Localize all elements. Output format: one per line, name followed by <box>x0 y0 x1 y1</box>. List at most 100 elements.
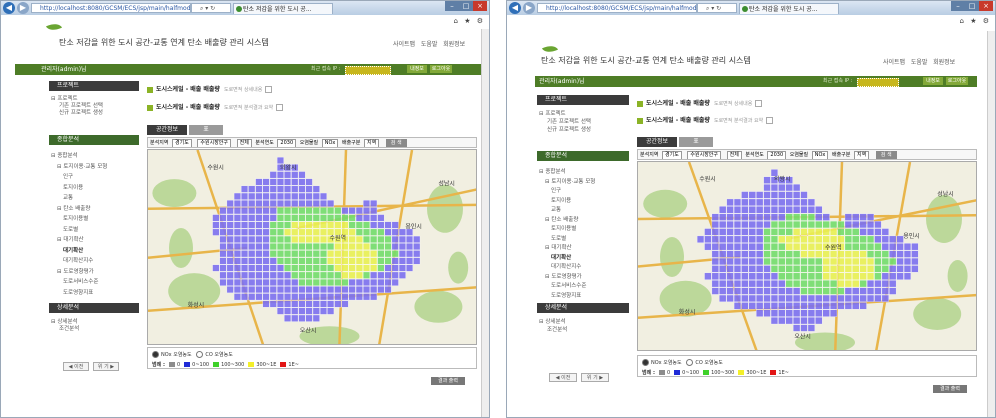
sidebar-tree-item[interactable]: 도로서비스수준 <box>63 277 98 285</box>
sidebar-tree-item[interactable]: 교통 <box>63 193 73 201</box>
maximize-button[interactable]: □ <box>459 1 473 11</box>
sidebar-tree-item[interactable]: 도로별 <box>63 225 78 233</box>
page-scrollbar[interactable] <box>987 31 995 417</box>
sidebar-item-condition[interactable]: 조건분석 <box>547 325 567 333</box>
radio-co[interactable] <box>196 351 204 358</box>
row2-checkbox[interactable] <box>766 117 774 124</box>
pager-prev-button[interactable]: ◀ 이전 <box>549 373 577 382</box>
top-links[interactable]: 사이트맵 도움말 회원정보 <box>393 39 465 48</box>
sidebar-item-project-root[interactable]: ⊟ 프로젝트 <box>539 109 566 117</box>
close-window-button[interactable]: × <box>979 1 993 11</box>
link-sitemap[interactable]: 사이트맵 <box>883 59 905 66</box>
sidebar-tree-item[interactable]: ⊟ 종합분석 <box>539 167 566 175</box>
search-button[interactable]: 검 색 <box>875 151 897 159</box>
emission-select[interactable]: 지역 <box>363 139 380 147</box>
address-search-icon[interactable]: ⌕ ▾ ↻ <box>697 3 737 13</box>
sidebar-item-existing-project[interactable]: 기존 프로젝트 선택 <box>547 117 591 125</box>
map-svg[interactable]: 수원시 의왕시용인시화성시오산시 성남시수원역 <box>638 162 977 351</box>
row1-checkbox[interactable] <box>265 86 273 93</box>
year-select[interactable]: 2030 <box>767 151 787 159</box>
link-member[interactable]: 회원정보 <box>933 59 955 66</box>
minimize-button[interactable]: – <box>445 1 459 11</box>
tab-table[interactable]: 표 <box>679 137 713 147</box>
address-search-icon[interactable]: ⌕ ▾ ↻ <box>191 3 231 13</box>
city-select[interactable]: 수원시장안구 <box>687 151 722 159</box>
link-help[interactable]: 도움말 <box>911 59 928 66</box>
back-arrow-icon[interactable]: ◀ <box>3 2 15 14</box>
forward-arrow-icon[interactable]: ▶ <box>523 2 535 14</box>
row-emission-summary[interactable]: 도시스케일 - 배출 배출량 도로면적 분석결과 요약 <box>147 102 284 111</box>
sidebar-tree-item[interactable]: ⊟ 탄소 배출량 <box>57 204 90 212</box>
emission-select[interactable]: 지역 <box>853 151 870 159</box>
result-print-button[interactable]: 결과 출력 <box>431 377 465 385</box>
browser-tab[interactable]: 탄소 저감을 위한 도시 공... <box>233 3 333 14</box>
sidebar-tree-item[interactable]: 인구 <box>551 186 561 194</box>
toolbar-icons[interactable]: ⌂ ★ ⚙ <box>960 17 991 25</box>
sidebar-tree-item[interactable]: ⊟ 토지이용·교통 모형 <box>545 177 595 185</box>
radio-nox[interactable] <box>642 359 649 366</box>
tab-spatial[interactable]: 공간정보 <box>637 137 677 147</box>
link-member[interactable]: 회원정보 <box>443 41 465 48</box>
sidebar-tree-item[interactable]: 도로영향지표 <box>551 291 581 299</box>
province-select[interactable]: 경기도 <box>662 151 682 159</box>
sidebar-tree-item[interactable]: 도로별 <box>551 234 566 242</box>
map-view[interactable]: 수원시 의왕시 용인시 화성시 오산시 성남시 수원역 <box>637 161 977 351</box>
result-print-button[interactable]: 결과 출력 <box>933 385 967 393</box>
my-info-button[interactable]: 내정보 <box>407 65 427 73</box>
sidebar-tree-item[interactable]: 대기확산 <box>551 253 571 261</box>
pager-prev-button[interactable]: ◀ 이전 <box>63 362 89 371</box>
sidebar-tree-item[interactable]: 토지이용별 <box>63 214 88 222</box>
address-bar[interactable]: http://localhost:8080/GCSM/ECS/jsp/main/… <box>537 3 697 13</box>
sidebar-tree-item[interactable]: ⊟ 대기확산 <box>57 235 84 243</box>
pollutant-select[interactable]: NOx <box>321 139 339 147</box>
tab-table[interactable]: 표 <box>189 125 223 135</box>
map-svg[interactable]: 수원시 의왕시용인시화성시오산시 성남시수원역 <box>148 150 477 345</box>
link-help[interactable]: 도움말 <box>421 41 438 48</box>
sidebar-tree-item[interactable]: ⊟ 대기확산 <box>545 243 572 251</box>
logout-button[interactable]: 로그아웃 <box>430 65 452 73</box>
sidebar-item-detail-root[interactable]: ⊟ 상세분석 <box>539 317 566 325</box>
forward-arrow-icon[interactable]: ▶ <box>17 2 29 14</box>
sidebar-tree-item[interactable]: 토지이용별 <box>551 224 576 232</box>
row1-checkbox[interactable] <box>755 100 763 107</box>
search-button[interactable]: 검 색 <box>385 139 407 147</box>
pager-next-button[interactable]: 위 기 ▶ <box>93 362 119 371</box>
year-select[interactable]: 2030 <box>277 139 297 147</box>
city-select[interactable]: 수원시장안구 <box>197 139 232 147</box>
pollutant-radio-group[interactable]: NOx 오염농도 CO 오염농도 <box>152 351 233 358</box>
toolbar-icons[interactable]: ⌂ ★ ⚙ <box>454 17 485 25</box>
radio-co[interactable] <box>686 359 694 366</box>
logout-button[interactable]: 로그아웃 <box>946 77 968 85</box>
sidebar-tree-item[interactable]: 토지이용 <box>551 196 571 204</box>
pager-next-button[interactable]: 위 기 ▶ <box>581 373 609 382</box>
sidebar-tree-item[interactable]: 도로영향지표 <box>63 288 93 296</box>
sidebar-tree-item[interactable]: ⊟ 도로영향평가 <box>545 272 582 280</box>
sidebar-item-new-project[interactable]: 신규 프로젝트 생성 <box>59 108 103 116</box>
maximize-button[interactable]: □ <box>965 1 979 11</box>
browser-tab[interactable]: 탄소 저감을 위한 도시 공... <box>739 3 839 14</box>
sidebar-tree-item[interactable]: ⊟ 도로영향평가 <box>57 267 94 275</box>
sidebar-tree-item[interactable]: ⊟ 종합분석 <box>51 151 78 159</box>
sidebar-tree-item[interactable]: ⊟ 토지이용·교통 모형 <box>57 162 107 170</box>
sidebar-tree-item[interactable]: 도로서비스수준 <box>551 281 586 289</box>
sidebar-item-new-project[interactable]: 신규 프로젝트 생성 <box>547 125 591 133</box>
map-view[interactable]: 수원시 의왕시 용인시 화성시 오산시 성남시 수원역 <box>147 149 477 345</box>
sidebar-tree-item[interactable]: 인구 <box>63 172 73 180</box>
back-arrow-icon[interactable]: ◀ <box>509 2 521 14</box>
my-info-button[interactable]: 내정보 <box>923 77 943 85</box>
province-select[interactable]: 경기도 <box>172 139 192 147</box>
sidebar-tree-item[interactable]: ⊟ 탄소 배출량 <box>545 215 578 223</box>
sidebar-tree-item[interactable]: 교통 <box>551 205 561 213</box>
row-emission-detail[interactable]: 도시스케일 - 배출 배출량 도로면적 상세내용 <box>147 84 273 93</box>
page-scrollbar[interactable] <box>481 29 489 417</box>
row-emission-detail[interactable]: 도시스케일 - 배출 배출량 도로면적 상세내용 <box>637 98 763 107</box>
radio-nox[interactable] <box>152 351 159 358</box>
sidebar-tree-item[interactable]: 대기확산지수 <box>551 262 581 270</box>
top-links[interactable]: 사이트맵 도움말 회원정보 <box>883 57 955 66</box>
dong-select[interactable]: 전체 <box>236 139 252 147</box>
pollutant-radio-group[interactable]: NOx 오염농도 CO 오염농도 <box>642 359 723 366</box>
sidebar-tree-item[interactable]: 토지이용 <box>63 183 83 191</box>
address-bar[interactable]: http://localhost:8080/GCSM/ECS/jsp/main/… <box>31 3 191 13</box>
pollutant-select[interactable]: NOx <box>811 151 829 159</box>
row2-checkbox[interactable] <box>276 104 284 111</box>
